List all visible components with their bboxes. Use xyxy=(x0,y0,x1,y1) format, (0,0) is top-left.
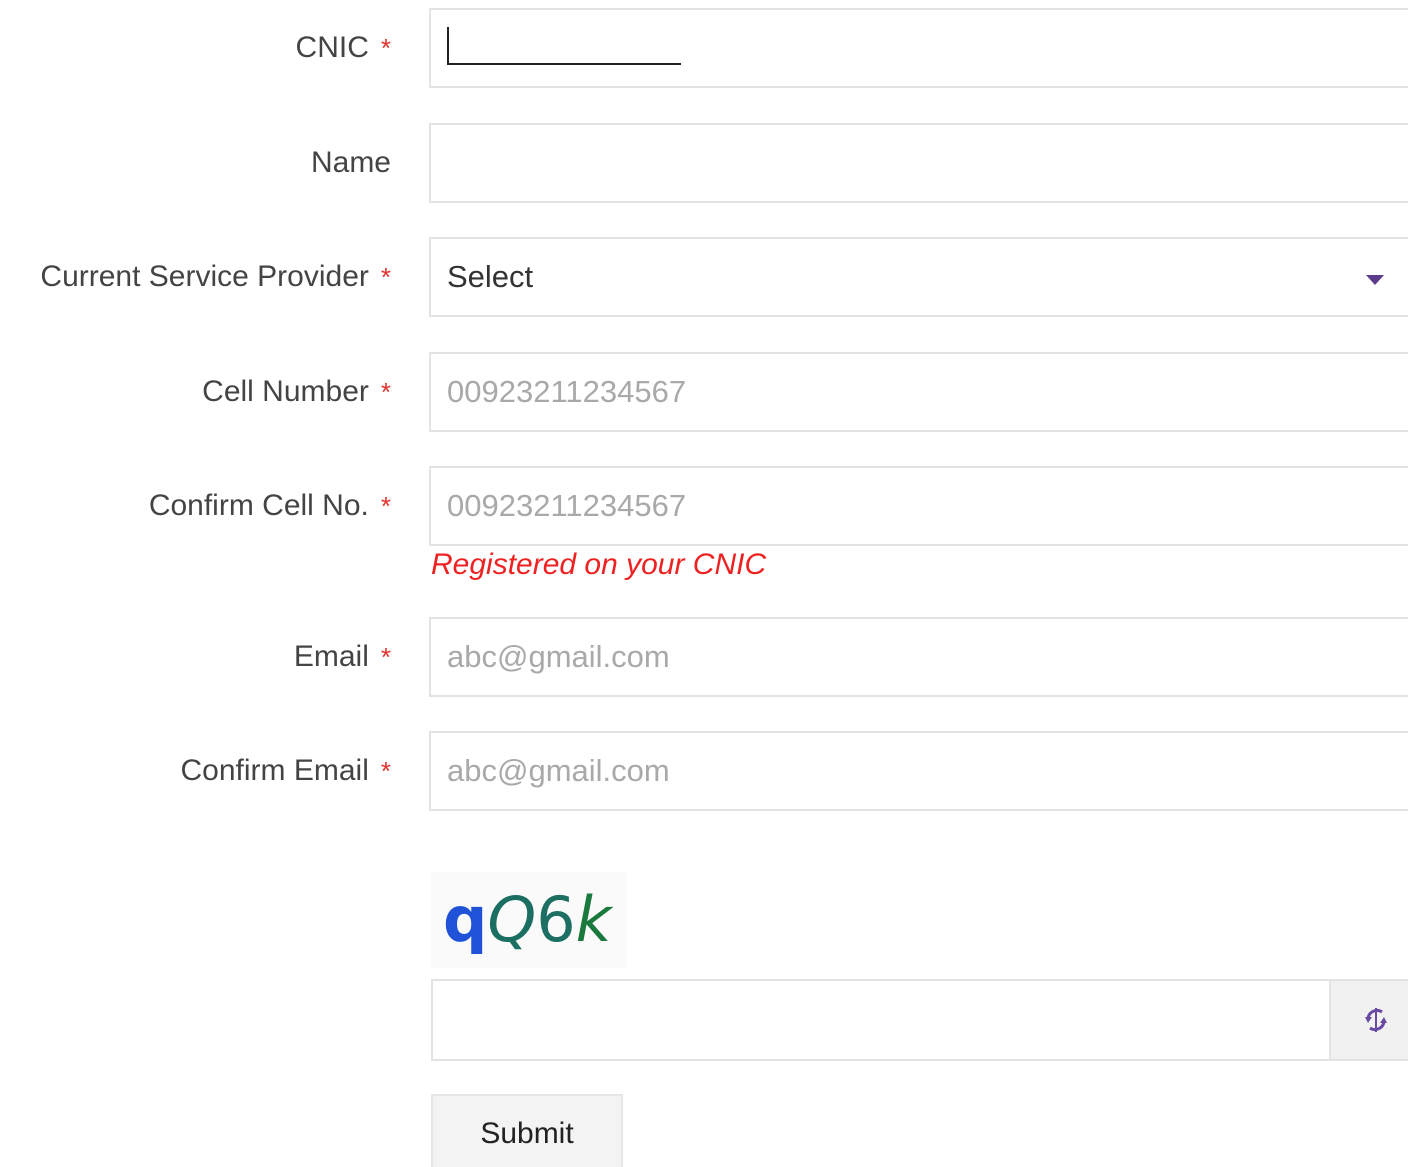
provider-selected-value: Select xyxy=(447,259,534,294)
submit-button[interactable]: Submit xyxy=(431,1094,623,1167)
required-asterisk: * xyxy=(380,641,391,672)
confirm-cell-input[interactable]: 00923211234567 xyxy=(429,466,1408,546)
required-asterisk: * xyxy=(380,32,391,63)
confirm-email-placeholder: abc@gmail.com xyxy=(447,753,670,788)
confirm-email-label: Confirm Email * xyxy=(181,731,392,811)
name-input[interactable] xyxy=(429,123,1408,203)
captcha-image: qQ6k xyxy=(431,872,627,968)
required-asterisk: * xyxy=(380,376,391,407)
chevron-down-icon[interactable] xyxy=(1366,275,1384,285)
email-label-text: Email xyxy=(293,640,369,673)
email-label: Email * xyxy=(294,617,391,697)
captcha-char: 6 xyxy=(536,883,576,956)
captcha-char: Q xyxy=(487,883,537,956)
captcha-input[interactable] xyxy=(431,979,1331,1061)
registration-form: CNIC * Name Current Service Provider * S… xyxy=(0,0,1408,1167)
required-asterisk: * xyxy=(380,755,391,786)
confirm-email-input[interactable]: abc@gmail.com xyxy=(429,731,1408,811)
confirm-cell-placeholder: 00923211234567 xyxy=(447,488,687,523)
cnic-label: CNIC * xyxy=(296,8,391,88)
provider-label-text: Current Service Provider xyxy=(40,260,369,293)
email-input[interactable]: abc@gmail.com xyxy=(429,617,1408,697)
captcha-char: k xyxy=(575,883,612,956)
name-label: Name xyxy=(311,123,391,203)
cnic-input[interactable] xyxy=(429,8,1408,88)
confirm-email-label-text: Confirm Email xyxy=(180,754,369,787)
confirm-cell-label: Confirm Cell No. * xyxy=(149,466,391,546)
provider-label: Current Service Provider * xyxy=(40,237,391,317)
email-placeholder: abc@gmail.com xyxy=(447,639,670,674)
cnic-input-mask xyxy=(447,27,681,65)
captcha-refresh-button[interactable] xyxy=(1329,979,1408,1061)
provider-select[interactable]: Select xyxy=(429,237,1408,317)
required-asterisk: * xyxy=(380,261,391,292)
confirm-cell-label-text: Confirm Cell No. xyxy=(148,489,369,522)
cnic-label-text: CNIC xyxy=(295,31,369,64)
cell-number-placeholder: 00923211234567 xyxy=(447,374,687,409)
required-asterisk: * xyxy=(380,490,391,521)
cell-hint-text: Registered on your CNIC xyxy=(431,548,767,581)
cell-number-input[interactable]: 00923211234567 xyxy=(429,352,1408,432)
name-label-text: Name xyxy=(310,146,391,179)
cell-label-text: Cell Number xyxy=(202,375,369,408)
captcha-char: q xyxy=(443,883,488,956)
refresh-icon xyxy=(1365,1008,1387,1032)
cell-label: Cell Number * xyxy=(202,352,391,432)
